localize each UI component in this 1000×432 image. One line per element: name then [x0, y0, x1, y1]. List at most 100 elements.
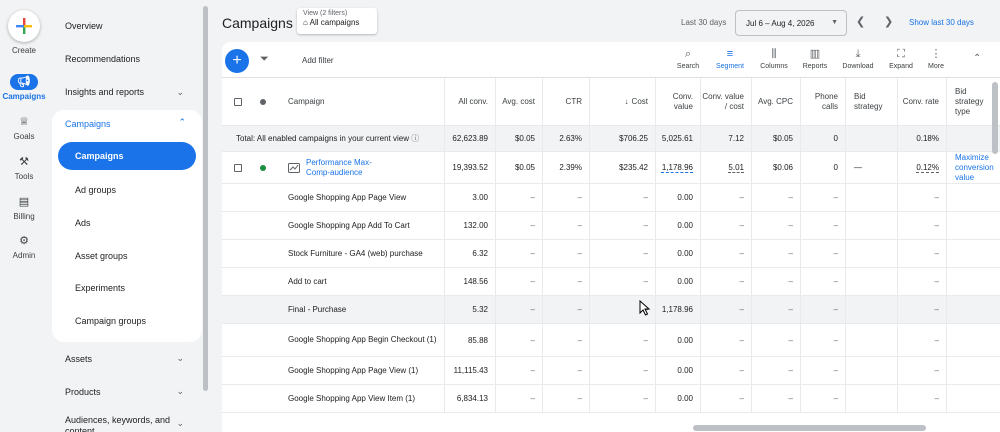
segment-name: Final - Purchase [288, 304, 347, 314]
page-title: Campaigns [222, 15, 293, 31]
cell-conv-value-cost[interactable]: 5.01 [700, 152, 750, 183]
sub-item-ads[interactable]: Ads [75, 218, 91, 228]
help-icon[interactable]: ⓘ [411, 133, 419, 144]
nav-item-recommendations[interactable]: Recommendations [65, 54, 140, 64]
reports-button[interactable]: ▥ Reports [793, 47, 837, 70]
segment-cell-conv-value-cost: – [700, 212, 750, 239]
header-conv-value[interactable]: Conv. value [655, 78, 699, 125]
header-bid-strategy-type[interactable]: Bid strategy type [946, 78, 996, 125]
header-avg-cost[interactable]: Avg. cost [495, 78, 541, 125]
segment-cell-conv-rate: – [897, 385, 945, 412]
segment-cell-avg-cpc: – [751, 357, 799, 384]
segment-cell-avg-cost: – [495, 268, 541, 295]
rail-item-label: Admin [12, 251, 36, 260]
previous-period-icon[interactable]: ❮ [856, 15, 865, 28]
sub-item-ad-groups[interactable]: Ad groups [75, 185, 116, 195]
download-button[interactable]: ⤓ Download [836, 47, 880, 70]
nav-item-products[interactable]: Products [65, 387, 101, 397]
sub-item-experiments[interactable]: Experiments [75, 283, 125, 293]
collapse-toolbar-icon[interactable]: ⌃ [973, 53, 981, 64]
segment-cell-bid-strategy-type [946, 240, 996, 267]
segment-cell-cost: – [589, 385, 654, 412]
total-cost: $706.25 [589, 126, 654, 151]
nav-item-overview[interactable]: Overview [65, 21, 103, 31]
header-conv-rate[interactable]: Conv. rate [897, 78, 945, 125]
more-button[interactable]: ⋮ More [914, 47, 958, 70]
cell-conv-value[interactable]: 1,178.96 [655, 152, 699, 183]
search-button[interactable]: ⌕ Search [666, 47, 710, 70]
create-button[interactable] [8, 10, 40, 42]
segment-cell-avg-cpc: – [751, 240, 799, 267]
header-ctr[interactable]: CTR [542, 78, 588, 125]
header-avg-cpc[interactable]: Avg. CPC [751, 78, 799, 125]
header-phone-calls[interactable]: Phone calls [800, 78, 844, 125]
view-selector[interactable]: View (2 filters) ⌂ All campaigns [297, 8, 377, 34]
filter-icon[interactable]: ⏷ [260, 53, 269, 66]
plus-colored-icon [16, 18, 32, 34]
vertical-scrollbar[interactable] [992, 82, 998, 154]
segment-cell-conv-value: 0.00 [655, 184, 699, 211]
campaign-row[interactable]: Performance Max-Comp-audience 19,393.52 … [222, 152, 1000, 184]
rail-item-admin[interactable]: ⚙ Admin [0, 233, 48, 260]
chevron-down-icon[interactable]: ⌄ [176, 353, 184, 364]
rail-item-tools[interactable]: ⚒ Tools [0, 154, 48, 181]
rail-item-billing[interactable]: ▤ Billing [0, 194, 48, 221]
campaign-name-link[interactable]: Performance Max-Comp-audience [306, 152, 376, 183]
segment-cell-avg-cost: – [495, 357, 541, 384]
date-preset-label: Last 30 days [681, 18, 727, 27]
sub-item-campaigns[interactable]: Campaigns [58, 142, 196, 170]
sub-item-asset-groups[interactable]: Asset groups [75, 251, 128, 261]
segment-row: Stock Furniture - GA4 (web) purchase 6.32… [222, 240, 1000, 268]
segment-cell-avg-cost: – [495, 385, 541, 412]
chevron-down-icon[interactable]: ⌄ [176, 418, 184, 429]
add-filter-input[interactable]: Add filter [302, 56, 334, 65]
segment-cell-phone-calls: – [800, 324, 844, 356]
segment-cell-bid-strategy-type [946, 385, 996, 412]
segment-button[interactable]: ≡ Segment [708, 47, 752, 70]
horizontal-scrollbar[interactable] [693, 425, 926, 431]
header-conv-value-cost[interactable]: Conv. value / cost [700, 78, 750, 125]
segment-cell-conv-value: 1,178.96 [655, 296, 699, 323]
table-toolbar: + ⏷ Add filter ⌕ Search ≡ Segment ⫼ Columns… [222, 42, 1000, 78]
segment-cell-bid-strategy [845, 212, 896, 239]
header-campaign[interactable]: Campaign [288, 78, 324, 125]
status-header[interactable] [260, 78, 266, 125]
rail-item-goals[interactable]: ♕ Goals [0, 114, 48, 141]
conv-value-text: 1,178.96 [661, 163, 693, 172]
select-all-checkbox[interactable] [234, 78, 242, 125]
megaphone-icon: 📢︎ [10, 74, 38, 90]
segment-cell-avg-cost: – [495, 184, 541, 211]
segment-cell-conv-rate: – [897, 184, 945, 211]
header-cost[interactable]: ↓ Cost [589, 78, 654, 125]
cell-conv-rate[interactable]: 0.12% [897, 152, 945, 183]
show-last-30-days-link[interactable]: Show last 30 days [909, 18, 974, 27]
total-label-text: Total: All enabled campaigns in your cur… [236, 134, 409, 143]
chevron-down-icon[interactable]: ⌄ [176, 386, 184, 397]
add-campaign-button[interactable]: + [225, 49, 249, 73]
sub-item-campaign-groups[interactable]: Campaign groups [75, 316, 146, 326]
columns-button[interactable]: ⫼ Columns [752, 47, 796, 70]
left-rail: Create 📢︎ Campaigns ♕ Goals ⚒ Tools ▤ Bi… [0, 0, 48, 432]
segment-cell-conv-value-cost: – [700, 184, 750, 211]
header-bid-strategy[interactable]: Bid strategy [845, 78, 896, 125]
status-enabled-dot[interactable] [260, 152, 266, 183]
chevron-up-icon[interactable]: ⌃ [178, 117, 186, 128]
header-all-conv[interactable]: All conv. [444, 78, 494, 125]
rail-item-campaigns[interactable]: 📢︎ Campaigns [0, 74, 48, 101]
row-checkbox[interactable] [234, 152, 242, 183]
date-range-picker[interactable]: Jul 6 – Aug 4, 2026 ▼ [735, 10, 847, 36]
nav-item-assets[interactable]: Assets [65, 354, 92, 364]
segment-cell-conv-value: 0.00 [655, 240, 699, 267]
nav-item-campaigns[interactable]: Campaigns [65, 119, 111, 129]
columns-icon: ⫼ [771, 48, 777, 60]
segment-row: Google Shopping App Page View (1) 11,115.… [222, 357, 1000, 385]
segment-cell-conv-value: 0.00 [655, 212, 699, 239]
cell-cost: $235.42 [589, 152, 654, 183]
nav-item-audiences[interactable]: Audiences, keywords, and content [65, 415, 177, 432]
segment-cell-cost: – [589, 357, 654, 384]
nav-item-insights[interactable]: Insights and reports [65, 87, 144, 97]
next-period-icon[interactable]: ❯ [884, 15, 893, 28]
nav-scrollbar[interactable] [203, 6, 208, 391]
chevron-down-icon[interactable]: ⌄ [176, 87, 184, 98]
cell-bid-strategy-type[interactable]: Maximize conversion value [946, 152, 1000, 183]
